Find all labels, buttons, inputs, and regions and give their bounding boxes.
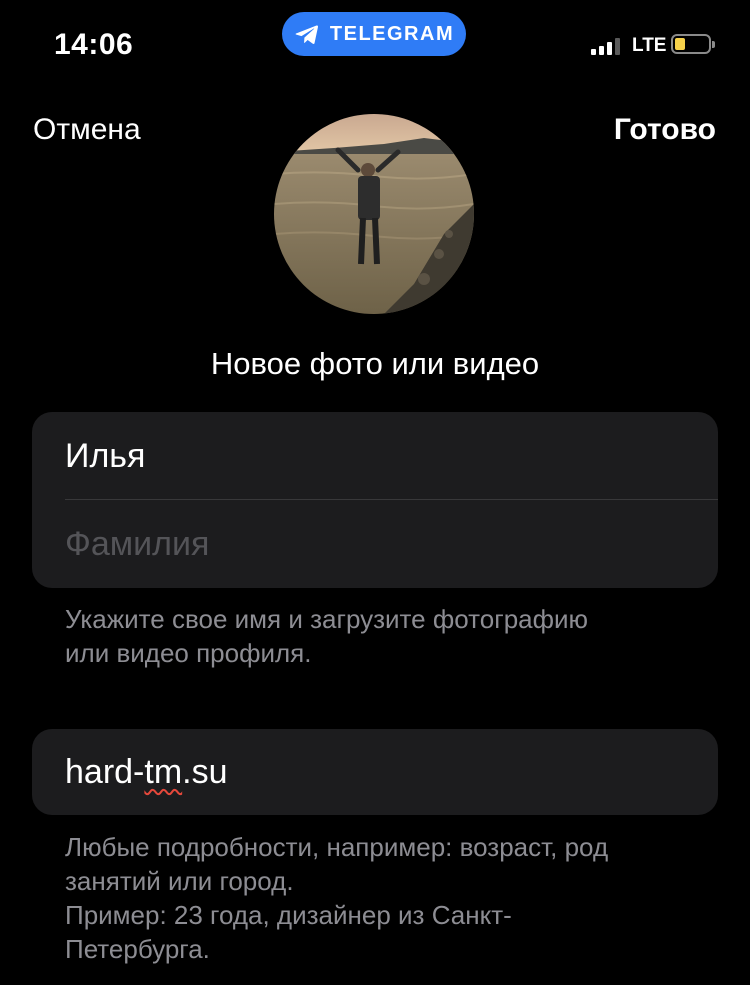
- telegram-label: TELEGRAM: [329, 22, 455, 45]
- network-label: LTE: [632, 35, 667, 56]
- bio-field[interactable]: hard-tm .su: [65, 729, 228, 815]
- bio-hint-line: занятий или город.: [65, 866, 294, 896]
- bio-hint-line: Пример: 23 года, дизайнер из Санкт-: [65, 900, 512, 930]
- cancel-button[interactable]: Отмена: [33, 113, 141, 147]
- status-bar: 14:06 TELEGRAM LTE: [0, 0, 750, 90]
- status-time: 14:06: [54, 28, 134, 61]
- bio-text-part: hard-: [65, 752, 145, 791]
- bio-text-part: .su: [182, 752, 228, 791]
- name-hint-line: Укажите свое имя и загрузите фотографию: [65, 604, 589, 634]
- new-photo-button[interactable]: Новое фото или видео: [0, 346, 750, 382]
- name-group: Илья Фамилия: [32, 412, 718, 588]
- telegram-icon: [295, 25, 318, 44]
- battery-icon: [671, 34, 715, 54]
- bio-text-misspelled: tm: [144, 752, 183, 791]
- done-button[interactable]: Готово: [614, 113, 716, 147]
- telegram-return-pill[interactable]: TELEGRAM: [282, 12, 466, 56]
- name-hint-line: или видео профиля.: [65, 638, 312, 668]
- profile-photo-image: [274, 114, 474, 314]
- name-hint: Укажите свое имя и загрузите фотографию …: [65, 602, 705, 670]
- signal-icon: [591, 37, 620, 55]
- bio-hint-line: Любые подробности, например: возраст, ро…: [65, 832, 609, 862]
- bio-group: hard-tm .su: [32, 729, 718, 815]
- last-name-field[interactable]: Фамилия: [65, 500, 718, 588]
- first-name-field[interactable]: Илья: [65, 412, 718, 500]
- bio-hint: Любые подробности, например: возраст, ро…: [65, 830, 705, 966]
- bio-hint-line: Петербурга.: [65, 934, 210, 964]
- profile-photo[interactable]: [274, 114, 474, 314]
